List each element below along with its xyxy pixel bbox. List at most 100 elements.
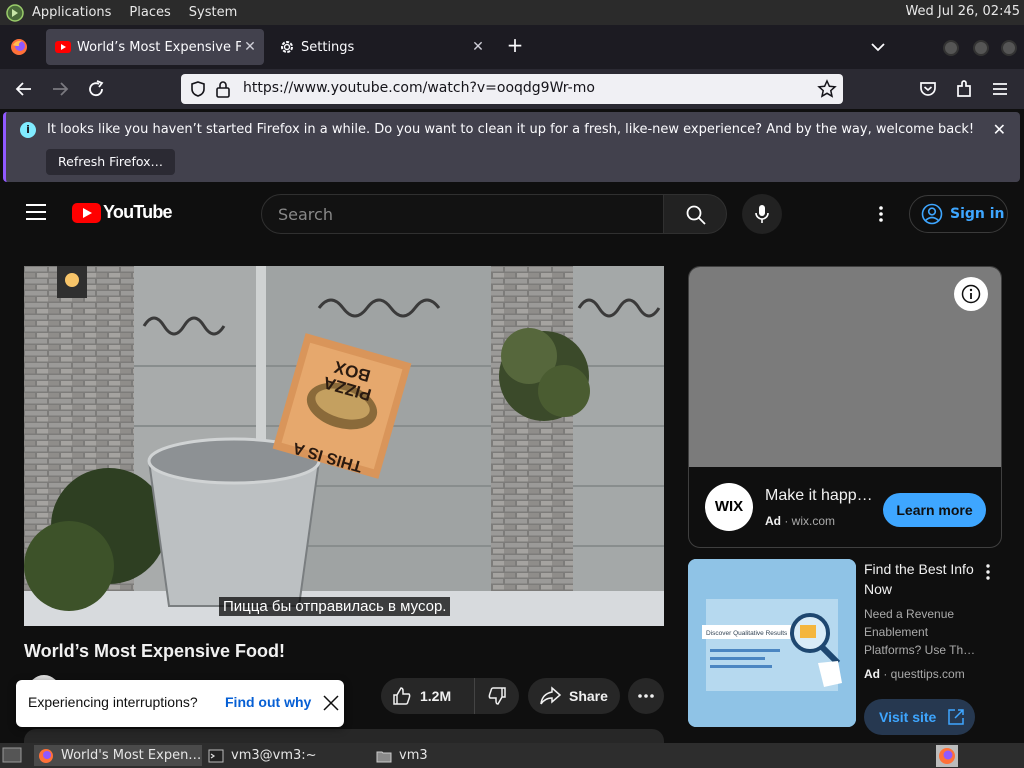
ad-headline[interactable]: Make it happ…	[765, 487, 873, 505]
tab-strip: World’s Most Expensive Foo ✕ Settings ✕ …	[0, 25, 1024, 69]
youtube-wordmark: YouTube	[103, 202, 173, 222]
notification-message: It looks like you haven’t started Firefo…	[47, 122, 975, 137]
firefox-refresh-notification: i It looks like you haven’t started Fire…	[3, 112, 1020, 182]
like-count: 1.2M	[420, 688, 452, 704]
system-menu[interactable]: System	[189, 5, 237, 20]
lock-icon[interactable]	[215, 80, 231, 98]
search-icon	[686, 205, 706, 225]
microphone-icon	[755, 205, 769, 223]
ad-sponsor-line: Ad · questtips.com	[864, 667, 965, 681]
more-actions-button[interactable]	[628, 678, 664, 714]
ad-description: Need a Revenue Enablement Platforms? Use…	[864, 607, 976, 657]
taskbar-item-folder[interactable]: vm3	[372, 745, 532, 766]
video-player[interactable]: THIS IS A PIZZA BOX	[24, 266, 664, 626]
interruption-toast: Experiencing interruptions? Find out why	[16, 680, 344, 727]
more-options-icon[interactable]	[984, 563, 992, 581]
thumb-caption: Discover Qualitative Results	[706, 630, 788, 637]
video-subtitle: Пицца бы отправилась в мусор.	[219, 597, 451, 616]
tab-settings[interactable]: Settings ✕	[270, 29, 492, 65]
ad-label: Ad	[765, 514, 781, 528]
info-icon: i	[20, 122, 36, 138]
dislike-button[interactable]	[475, 686, 519, 706]
account-icon	[921, 203, 943, 225]
ad-label: Ad	[864, 667, 880, 681]
tab-title: World’s Most Expensive Foo	[77, 39, 241, 55]
gnome-top-panel: Applications Places System Wed Jul 26, 0…	[0, 0, 1024, 25]
bottom-taskbar: World's Most Expen… vm3@vm3:~ vm3	[0, 743, 1024, 768]
thumbs-down-icon	[488, 687, 506, 705]
ad-thumbnail-art: Discover Qualitative Results	[688, 559, 856, 727]
search-box[interactable]	[261, 194, 664, 234]
refresh-firefox-button[interactable]: Refresh Firefox…	[46, 149, 176, 175]
learn-more-button[interactable]: Learn more	[883, 493, 986, 527]
close-tab-icon[interactable]: ✕	[242, 39, 258, 55]
ad-domain: wix.com	[791, 514, 836, 528]
like-button[interactable]: 1.2M	[381, 678, 475, 714]
visit-site-label: Visit site	[879, 709, 937, 725]
youtube-page: YouTube Sign in	[0, 185, 1024, 743]
description-box[interactable]	[24, 729, 664, 743]
minimize-window-button[interactable]	[943, 40, 959, 56]
pocket-icon[interactable]	[917, 78, 939, 100]
nav-bar: https://www.youtube.com/watch?v=ooqdg9Wr…	[0, 69, 1024, 109]
sign-in-label: Sign in	[950, 206, 1005, 222]
reload-icon[interactable]	[85, 78, 107, 100]
search-input[interactable]	[278, 205, 648, 224]
extensions-icon[interactable]	[953, 78, 975, 100]
chevron-down-icon[interactable]	[870, 39, 886, 55]
like-dislike-bar: 1.2M	[381, 678, 519, 714]
ad-sponsor-line: Ad · wix.com	[765, 514, 836, 528]
maximize-window-button[interactable]	[973, 40, 989, 56]
toast-text: Experiencing interruptions?	[28, 694, 198, 710]
back-arrow-icon[interactable]	[13, 78, 35, 100]
shield-icon[interactable]	[189, 80, 207, 98]
companion-ad[interactable]: WIX Make it happ… Ad · wix.com Learn mor…	[688, 266, 1002, 548]
video-frame: THIS IS A PIZZA BOX	[24, 266, 664, 626]
ad-info-button[interactable]	[954, 277, 988, 311]
voice-search-button[interactable]	[742, 194, 782, 234]
gnome-foot-icon[interactable]	[6, 3, 24, 22]
wix-logo: WIX	[705, 483, 753, 531]
firefox-icon[interactable]	[10, 38, 28, 56]
new-tab-button[interactable]: +	[505, 35, 525, 56]
url-bar[interactable]: https://www.youtube.com/watch?v=ooqdg9Wr…	[181, 74, 843, 104]
taskbar-item-terminal[interactable]: vm3@vm3:~	[204, 745, 370, 766]
taskbar-item-firefox[interactable]: World's Most Expen…	[34, 745, 202, 766]
guide-menu-icon[interactable]	[26, 204, 46, 220]
ad-thumbnail[interactable]: Discover Qualitative Results	[688, 559, 856, 727]
sign-in-button[interactable]: Sign in	[909, 195, 1008, 233]
close-icon[interactable]	[321, 693, 341, 713]
youtube-play-icon	[72, 202, 101, 223]
firefox-icon	[39, 748, 53, 763]
tab-youtube[interactable]: World’s Most Expensive Foo ✕	[46, 29, 264, 65]
close-notification-icon[interactable]: ✕	[993, 120, 1006, 139]
ad-domain: questtips.com	[890, 667, 965, 681]
applications-menu[interactable]: Applications	[32, 5, 111, 20]
clock[interactable]: Wed Jul 26, 02:45	[905, 4, 1020, 19]
taskbar-item-label: World's Most Expen…	[61, 748, 202, 763]
folder-icon	[376, 751, 392, 762]
share-button[interactable]: Share	[528, 678, 620, 714]
find-out-why-link[interactable]: Find out why	[225, 694, 311, 710]
more-options-icon[interactable]	[871, 204, 891, 224]
ad-title[interactable]: Find the Best Info Now	[864, 559, 984, 599]
video-title: World’s Most Expensive Food!	[24, 641, 286, 661]
firefox-launcher-icon[interactable]	[936, 745, 958, 767]
hamburger-menu-icon[interactable]	[989, 78, 1011, 100]
youtube-logo[interactable]: YouTube	[72, 202, 173, 223]
close-tab-icon[interactable]: ✕	[470, 39, 486, 55]
search-button[interactable]	[663, 194, 727, 234]
forward-arrow-icon[interactable]	[49, 78, 71, 100]
bookmark-star-icon[interactable]	[817, 79, 837, 99]
horizontal-dots-icon	[638, 694, 654, 698]
external-link-icon	[948, 709, 965, 725]
url-text[interactable]: https://www.youtube.com/watch?v=ooqdg9Wr…	[243, 80, 595, 96]
places-menu[interactable]: Places	[129, 5, 170, 20]
share-icon	[540, 686, 561, 705]
show-desktop-icon[interactable]	[2, 747, 22, 764]
visit-site-button[interactable]: Visit site	[864, 699, 975, 735]
taskbar-item-label: vm3	[399, 748, 428, 763]
tab-title: Settings	[301, 39, 355, 55]
close-window-button[interactable]	[1001, 40, 1017, 56]
terminal-icon	[208, 749, 224, 762]
